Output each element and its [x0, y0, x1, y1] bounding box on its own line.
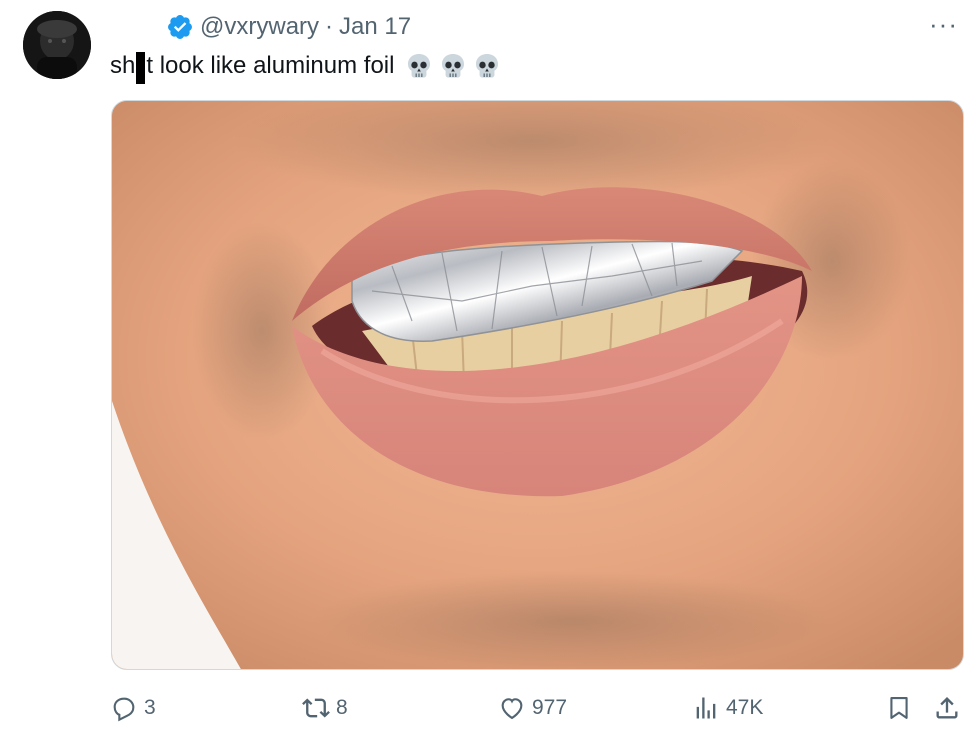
more-options-button[interactable]: ···: [929, 10, 958, 38]
heart-icon: [501, 698, 523, 720]
reply-icon: [113, 697, 135, 722]
tweet-media-photo[interactable]: [111, 100, 964, 670]
tweet-text-rest: t look like aluminum foil: [146, 52, 395, 79]
avatar[interactable]: [23, 11, 91, 79]
tweet-text-start: sh: [110, 52, 136, 79]
mouth-foil-photo: [112, 101, 963, 669]
emoji-group: [404, 51, 502, 81]
bookmark-button[interactable]: [885, 686, 913, 730]
retweet-count: 8: [336, 696, 348, 719]
retweet-button[interactable]: 8: [302, 686, 348, 730]
tweet-header: @vxrywary · Jan 17: [166, 10, 411, 44]
share-upload-icon: [936, 697, 958, 719]
user-handle[interactable]: @vxrywary: [200, 13, 319, 41]
views-bar-chart-icon: [696, 697, 716, 719]
tweet-text: sh t look like aluminum foil: [110, 47, 502, 85]
share-button[interactable]: [933, 686, 961, 730]
skull-emoji-icon: [442, 54, 465, 78]
views-count: 47K: [726, 696, 764, 719]
tweet-date[interactable]: Jan 17: [339, 13, 411, 41]
skull-emoji-icon: [408, 54, 431, 78]
reply-button[interactable]: 3: [110, 686, 156, 730]
action-bar: 3 8 977 47K: [0, 686, 980, 730]
views-button[interactable]: 47K: [692, 686, 763, 730]
tweet[interactable]: @vxrywary · Jan 17 ··· sh t look like al…: [0, 0, 980, 740]
like-count: 977: [532, 696, 568, 719]
reply-count: 3: [144, 696, 156, 719]
bookmark-icon: [890, 697, 908, 719]
skull-emoji-icon: [476, 54, 499, 78]
like-button[interactable]: 977: [498, 686, 567, 730]
retweet-icon: [302, 698, 330, 718]
verified-badge-icon: [168, 15, 192, 39]
censor-bar: [136, 52, 146, 84]
avatar-image: [23, 11, 91, 79]
header-separator: ·: [325, 13, 334, 40]
